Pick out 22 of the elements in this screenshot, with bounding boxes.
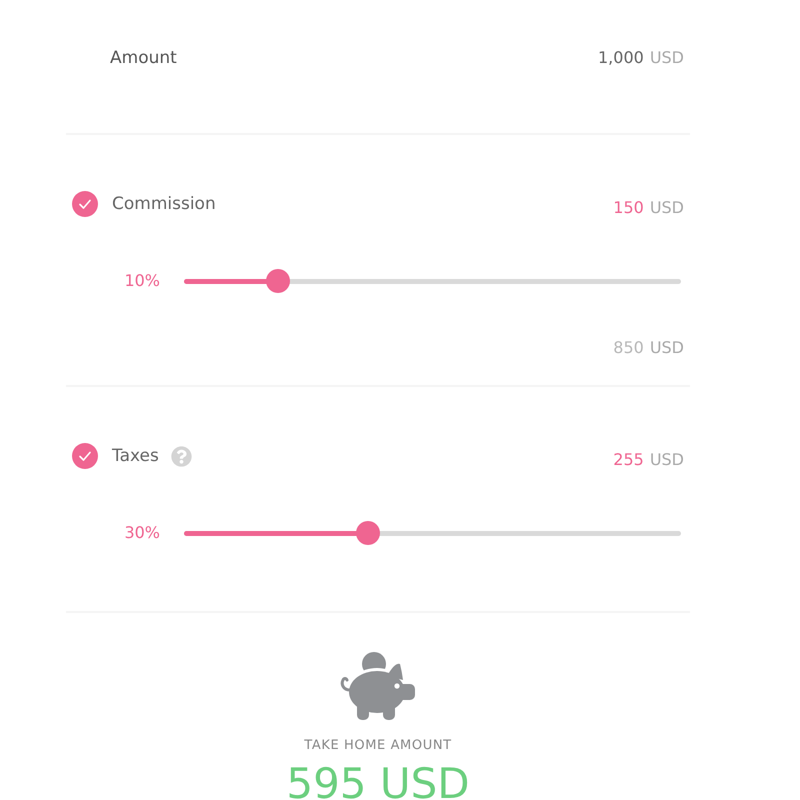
piggy-bank-icon: [339, 650, 417, 722]
percent-label: 10%: [123, 270, 160, 292]
slider-track[interactable]: [184, 521, 681, 545]
slider-thumb[interactable]: [266, 269, 290, 293]
take-home-amount: 595 USD: [286, 760, 470, 800]
deduction-value: 255: [613, 449, 644, 471]
currency-label: USD: [650, 197, 684, 219]
amount-label: Amount: [110, 47, 177, 69]
remaining-value: 850: [613, 337, 644, 359]
slider-track[interactable]: [184, 269, 681, 293]
checkbox[interactable]: [72, 443, 98, 469]
take-home-label: TAKE HOME AMOUNT: [304, 738, 452, 754]
deduction-value: 150: [613, 197, 644, 219]
deduction-label: Taxes: [112, 445, 159, 467]
checkbox[interactable]: [72, 191, 98, 217]
percent-label: 30%: [123, 522, 160, 544]
deduction-label: Commission: [112, 193, 216, 215]
currency-label: USD: [650, 47, 684, 69]
currency-label: USD: [650, 337, 684, 359]
slider-thumb[interactable]: [356, 521, 380, 545]
amount-value: 1,000: [598, 47, 644, 69]
currency-label: USD: [650, 449, 684, 471]
